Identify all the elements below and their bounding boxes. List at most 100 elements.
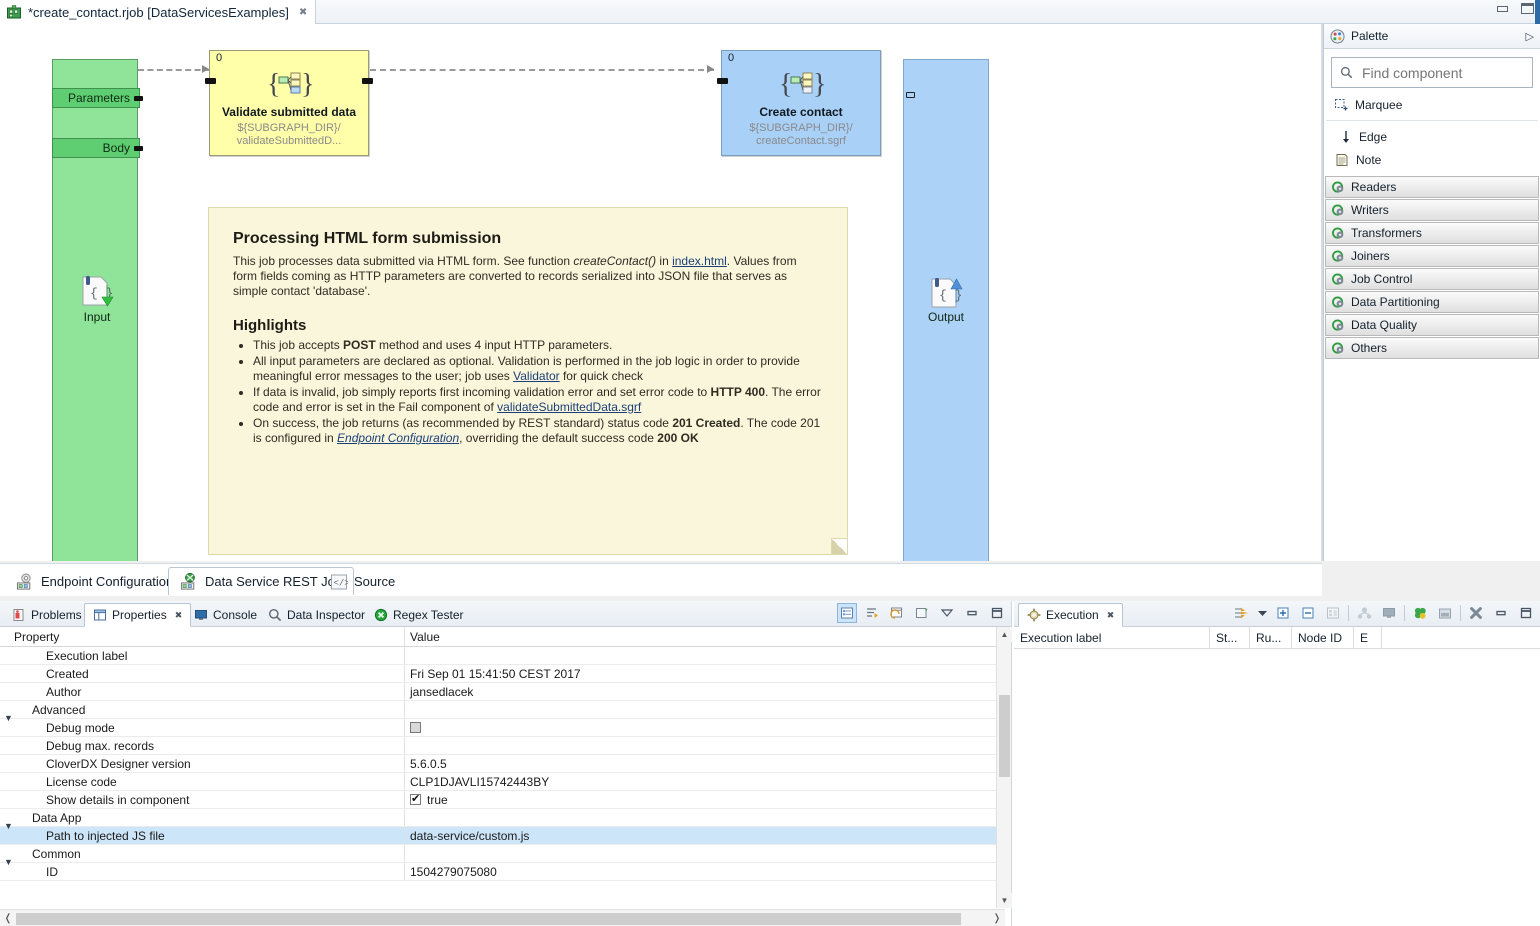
table-row[interactable]: Path to injected JS filedata-service/cus… [0, 827, 1005, 845]
minimize-icon[interactable] [1491, 603, 1511, 623]
clover-icon[interactable] [1410, 603, 1430, 623]
table-row[interactable]: Debug max. records [0, 737, 1005, 755]
palette-expand-icon[interactable]: ▷ [1526, 30, 1534, 43]
palette-category-job-control[interactable]: Job Control [1325, 268, 1539, 290]
property-value-cell[interactable]: CLP1DJAVLI15742443BY [405, 773, 1005, 790]
execution-column-header[interactable]: St... [1210, 627, 1250, 649]
execution-column-header[interactable]: E [1354, 627, 1382, 649]
property-value-cell[interactable] [405, 719, 1005, 736]
note-link[interactable]: Validator [513, 369, 559, 383]
palette-category-data-quality[interactable]: Data Quality [1325, 314, 1539, 336]
property-value-cell[interactable] [405, 845, 1005, 862]
scrollbar-thumb[interactable] [999, 695, 1010, 777]
tab-source[interactable]: </> Source [318, 567, 407, 596]
tab-execution[interactable]: Execution ✖ [1018, 603, 1123, 627]
palette-tool-edge[interactable]: Edge [1324, 125, 1540, 148]
execution-column-header[interactable]: Ru... [1250, 627, 1292, 649]
run-icon[interactable] [1231, 603, 1251, 623]
tree-layout-icon[interactable] [1323, 603, 1343, 623]
table-row[interactable]: Debug mode [0, 719, 1005, 737]
terminate-all-icon[interactable] [1466, 603, 1486, 623]
monitor-icon[interactable] [1379, 603, 1399, 623]
expand-all-icon[interactable] [1273, 603, 1293, 623]
table-row[interactable]: CreatedFri Sep 01 15:41:50 CEST 2017 [0, 665, 1005, 683]
scroll-down-arrow-icon[interactable]: ▼ [997, 893, 1012, 908]
property-value-cell[interactable] [405, 647, 1005, 664]
tab-endpoint-configuration[interactable]: Endpoint Configuration [4, 567, 185, 596]
table-row[interactable]: Authorjansedlacek [0, 683, 1005, 701]
maximize-icon[interactable] [987, 603, 1007, 623]
property-value-cell[interactable]: 1504279075080 [405, 863, 1005, 880]
execution-column-header[interactable]: Execution label [1014, 627, 1210, 649]
execution-column-header[interactable]: Node ID [1292, 627, 1354, 649]
server-icon[interactable] [1354, 603, 1374, 623]
graph-canvas[interactable]: Parameters Body { } Input [0, 24, 1322, 561]
properties-horizontal-scrollbar[interactable]: ❬ ❭ [0, 909, 1005, 926]
tree-view-icon[interactable] [837, 603, 857, 623]
checkbox-unchecked[interactable] [410, 722, 421, 733]
note-link[interactable]: index.html [672, 254, 727, 268]
tab-close-icon[interactable]: ✖ [1107, 610, 1115, 621]
edge-validate-to-create[interactable] [370, 69, 714, 71]
minimize-icon[interactable] [1496, 3, 1509, 14]
property-value-cell[interactable]: Fri Sep 01 15:41:50 CEST 2017 [405, 665, 1005, 682]
palette-category-data-partitioning[interactable]: Data Partitioning [1325, 291, 1539, 313]
scroll-up-arrow-icon[interactable]: ▲ [997, 627, 1012, 642]
note-link[interactable]: Endpoint Configuration [337, 431, 459, 445]
restore-defaults-icon[interactable] [887, 603, 907, 623]
tab-regex-tester[interactable]: Regex Tester [366, 603, 471, 627]
property-value-cell[interactable] [405, 809, 1005, 826]
scroll-left-arrow-icon[interactable]: ❬ [0, 910, 16, 926]
properties-vertical-scrollbar[interactable]: ▲ ▼ [996, 627, 1011, 908]
tab-console[interactable]: Console [186, 603, 265, 627]
chevron-down-icon[interactable]: ▼ [4, 821, 13, 831]
palette-category-writers[interactable]: Writers [1325, 199, 1539, 221]
palette-tool-marquee[interactable]: Marquee [1324, 93, 1540, 116]
chevron-down-icon[interactable]: ▼ [4, 713, 13, 723]
table-row[interactable]: License codeCLP1DJAVLI15742443BY [0, 773, 1005, 791]
collapse-all-icon[interactable] [1298, 603, 1318, 623]
search-input[interactable] [1360, 64, 1524, 82]
palette-category-transformers[interactable]: Transformers [1325, 222, 1539, 244]
note-link[interactable]: validateSubmittedData.sgrf [497, 400, 641, 414]
table-row[interactable]: ▼Common [0, 845, 1005, 863]
table-row[interactable]: ▼Advanced [0, 701, 1005, 719]
execution-table-header[interactable]: Execution labelSt...Ru...Node IDE [1014, 627, 1540, 649]
table-row[interactable]: Show details in componenttrue [0, 791, 1005, 809]
minimize-icon[interactable] [962, 603, 982, 623]
palette-search-box[interactable] [1331, 57, 1533, 88]
tab-properties[interactable]: Properties ✖ [84, 603, 191, 627]
property-value-cell[interactable]: data-service/custom.js [405, 827, 1005, 844]
editor-tab-close-icon[interactable]: ✖ [299, 7, 307, 18]
input-port-body[interactable]: Body [52, 138, 140, 158]
table-row[interactable]: ▼Data App [0, 809, 1005, 827]
chevron-down-icon[interactable]: ▼ [4, 857, 13, 867]
input-group[interactable]: Parameters Body { } Input [52, 59, 138, 561]
tab-problems[interactable]: Problems [4, 603, 90, 627]
tab-data-inspector[interactable]: Data Inspector [260, 603, 373, 627]
property-value-cell[interactable] [405, 737, 1005, 754]
table-row[interactable]: CloverDX Designer version5.6.0.5 [0, 755, 1005, 773]
property-value-cell[interactable] [405, 701, 1005, 718]
maximize-icon[interactable] [1516, 603, 1536, 623]
table-row[interactable]: ID1504279075080 [0, 863, 1005, 881]
palette-category-readers[interactable]: Readers [1325, 176, 1539, 198]
properties-table[interactable]: PropertyValueExecution labelCreatedFri S… [0, 627, 1005, 908]
table-row[interactable]: Execution label [0, 647, 1005, 665]
canvas-note[interactable]: Processing HTML form submission This job… [208, 207, 848, 555]
view-menu-icon[interactable] [937, 603, 957, 623]
scrollbar-thumb[interactable] [16, 913, 961, 925]
maximize-icon[interactable] [1521, 3, 1534, 14]
property-value-cell[interactable]: jansedlacek [405, 683, 1005, 700]
new-properties-icon[interactable] [912, 603, 932, 623]
tab-close-icon[interactable]: ✖ [175, 610, 183, 621]
scroll-right-arrow-icon[interactable]: ❭ [989, 910, 1005, 926]
dropdown-arrow-icon[interactable] [1256, 603, 1268, 623]
output-group[interactable]: { } Output [903, 59, 989, 561]
component-create-contact[interactable]: 0 { } Create contact ${SUBGRAPH_DIR}/ cr… [721, 50, 881, 156]
column-header-value[interactable]: Value [405, 627, 1005, 646]
input-port-parameters[interactable]: Parameters [52, 88, 140, 108]
filter-icon[interactable] [862, 603, 882, 623]
checkbox-checked[interactable] [410, 794, 421, 805]
property-value-cell[interactable]: true [405, 791, 1005, 808]
